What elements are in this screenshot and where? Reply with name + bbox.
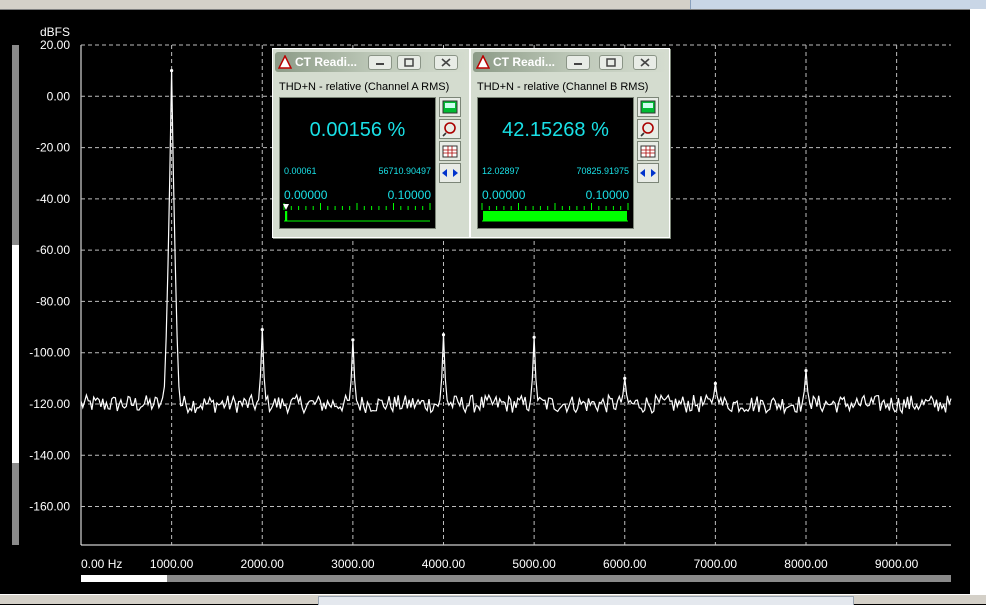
bottom-tab[interactable] bbox=[318, 596, 854, 605]
peak-point bbox=[532, 335, 536, 339]
number-format-button[interactable] bbox=[637, 97, 659, 117]
table-icon bbox=[640, 145, 656, 158]
x-tick-label: 8000.00 bbox=[784, 557, 828, 571]
window-title: CT Readi... bbox=[295, 55, 358, 69]
measurement-label: THD+N - relative (Channel A RMS) bbox=[279, 81, 450, 93]
y-tick-label: 0.00 bbox=[47, 89, 71, 103]
cursor-icon bbox=[278, 55, 292, 69]
y-tick-label: -140.00 bbox=[29, 448, 70, 462]
restore-button[interactable] bbox=[397, 55, 421, 70]
x-tick-label: 7000.00 bbox=[694, 557, 738, 571]
range-min: 12.02897 bbox=[482, 166, 520, 176]
x-tick-label: 4000.00 bbox=[422, 557, 466, 571]
arrows-button[interactable] bbox=[439, 163, 461, 183]
probe-icon bbox=[640, 122, 654, 137]
level-bar-fill bbox=[483, 211, 627, 221]
y-tick-label: -160.00 bbox=[29, 500, 70, 514]
h-scrollbar-thumb bbox=[81, 575, 167, 582]
range-max: 70825.91975 bbox=[576, 166, 629, 176]
left-gauge-thumb bbox=[12, 245, 19, 463]
number-format-button[interactable] bbox=[439, 97, 461, 117]
readout-value: 42.15268 % bbox=[502, 119, 609, 141]
x-tick-label: 6000.00 bbox=[603, 557, 647, 571]
measurement-label: THD+N - relative (Channel B RMS) bbox=[477, 81, 649, 93]
x-tick-label: 5000.00 bbox=[512, 557, 556, 571]
y-tick-label: -60.00 bbox=[36, 243, 70, 257]
table-button[interactable] bbox=[439, 141, 461, 161]
range-min: 0.00061 bbox=[284, 166, 317, 176]
table-button[interactable] bbox=[637, 141, 659, 161]
peak-point bbox=[623, 376, 627, 380]
x-tick-label: 1000.00 bbox=[150, 557, 194, 571]
window-titlebar[interactable]: CT Readi... bbox=[473, 52, 667, 72]
number-format-icon bbox=[442, 100, 458, 114]
h-scrollbar-track bbox=[81, 575, 951, 582]
peak-point bbox=[441, 333, 446, 337]
arrows-icon bbox=[442, 169, 458, 177]
level-bar-ticks bbox=[283, 203, 431, 222]
level-bar bbox=[481, 203, 629, 222]
peak-point bbox=[713, 381, 717, 386]
top-right-panel bbox=[690, 0, 986, 9]
close-icon bbox=[441, 58, 451, 67]
scale-max: 0.10000 bbox=[387, 188, 431, 202]
y-tick-label: -20.00 bbox=[36, 141, 70, 155]
right-edge-panel bbox=[970, 9, 986, 603]
scale-max: 0.10000 bbox=[585, 188, 629, 202]
scale-min: 0.00000 bbox=[482, 188, 526, 202]
minimize-icon bbox=[376, 63, 384, 65]
range-max: 56710.90497 bbox=[378, 166, 431, 176]
peak-point bbox=[804, 369, 808, 373]
restore-icon bbox=[606, 58, 616, 67]
x-tick-label: 0.00 Hz bbox=[81, 557, 122, 571]
readout-display: 0.00156 % 0.00061 56710.90497 0.00000 0.… bbox=[279, 97, 436, 229]
arrows-icon bbox=[640, 169, 656, 177]
y-tick-label: -80.00 bbox=[36, 294, 70, 308]
readout-window-channel-a[interactable]: CT Readi... THD+N - relative (Channel A … bbox=[272, 48, 470, 238]
x-tick-label: 2000.00 bbox=[241, 557, 285, 571]
close-button[interactable] bbox=[434, 55, 458, 70]
probe-button[interactable] bbox=[439, 119, 461, 139]
peak-point bbox=[351, 338, 355, 342]
y-tick-label: -100.00 bbox=[29, 346, 70, 360]
level-bar-fill bbox=[285, 211, 288, 221]
probe-icon bbox=[442, 122, 456, 137]
minimize-button[interactable] bbox=[368, 55, 392, 70]
peak-point bbox=[170, 69, 174, 73]
y-tick-label: -120.00 bbox=[29, 397, 70, 411]
y-tick-label: 20.00 bbox=[40, 38, 70, 52]
y-tick-label: -40.00 bbox=[36, 192, 70, 206]
x-tick-label: 3000.00 bbox=[331, 557, 375, 571]
number-format-icon bbox=[640, 100, 656, 114]
x-tick-label: 9000.00 bbox=[875, 557, 919, 571]
level-bar bbox=[283, 203, 431, 222]
readout-display: 42.15268 % 12.02897 70825.91975 0.00000 … bbox=[477, 97, 634, 229]
close-button[interactable] bbox=[633, 55, 657, 70]
readout-window-channel-b[interactable]: CT Readi... THD+N - relative (Channel B … bbox=[470, 48, 670, 238]
restore-icon bbox=[404, 58, 414, 67]
probe-button[interactable] bbox=[637, 119, 659, 139]
scale-min: 0.00000 bbox=[284, 188, 328, 202]
table-icon bbox=[442, 145, 458, 158]
cursor-icon bbox=[476, 55, 490, 69]
window-titlebar[interactable]: CT Readi... bbox=[275, 52, 467, 72]
restore-button[interactable] bbox=[599, 55, 623, 70]
peak-point bbox=[260, 328, 264, 332]
y-axis-label: dBFS bbox=[40, 25, 70, 39]
minimize-icon bbox=[574, 63, 582, 65]
arrows-button[interactable] bbox=[637, 163, 659, 183]
window-title: CT Readi... bbox=[493, 55, 556, 69]
minimize-button[interactable] bbox=[566, 55, 590, 70]
close-icon bbox=[640, 58, 650, 67]
readout-value: 0.00156 % bbox=[309, 119, 406, 141]
